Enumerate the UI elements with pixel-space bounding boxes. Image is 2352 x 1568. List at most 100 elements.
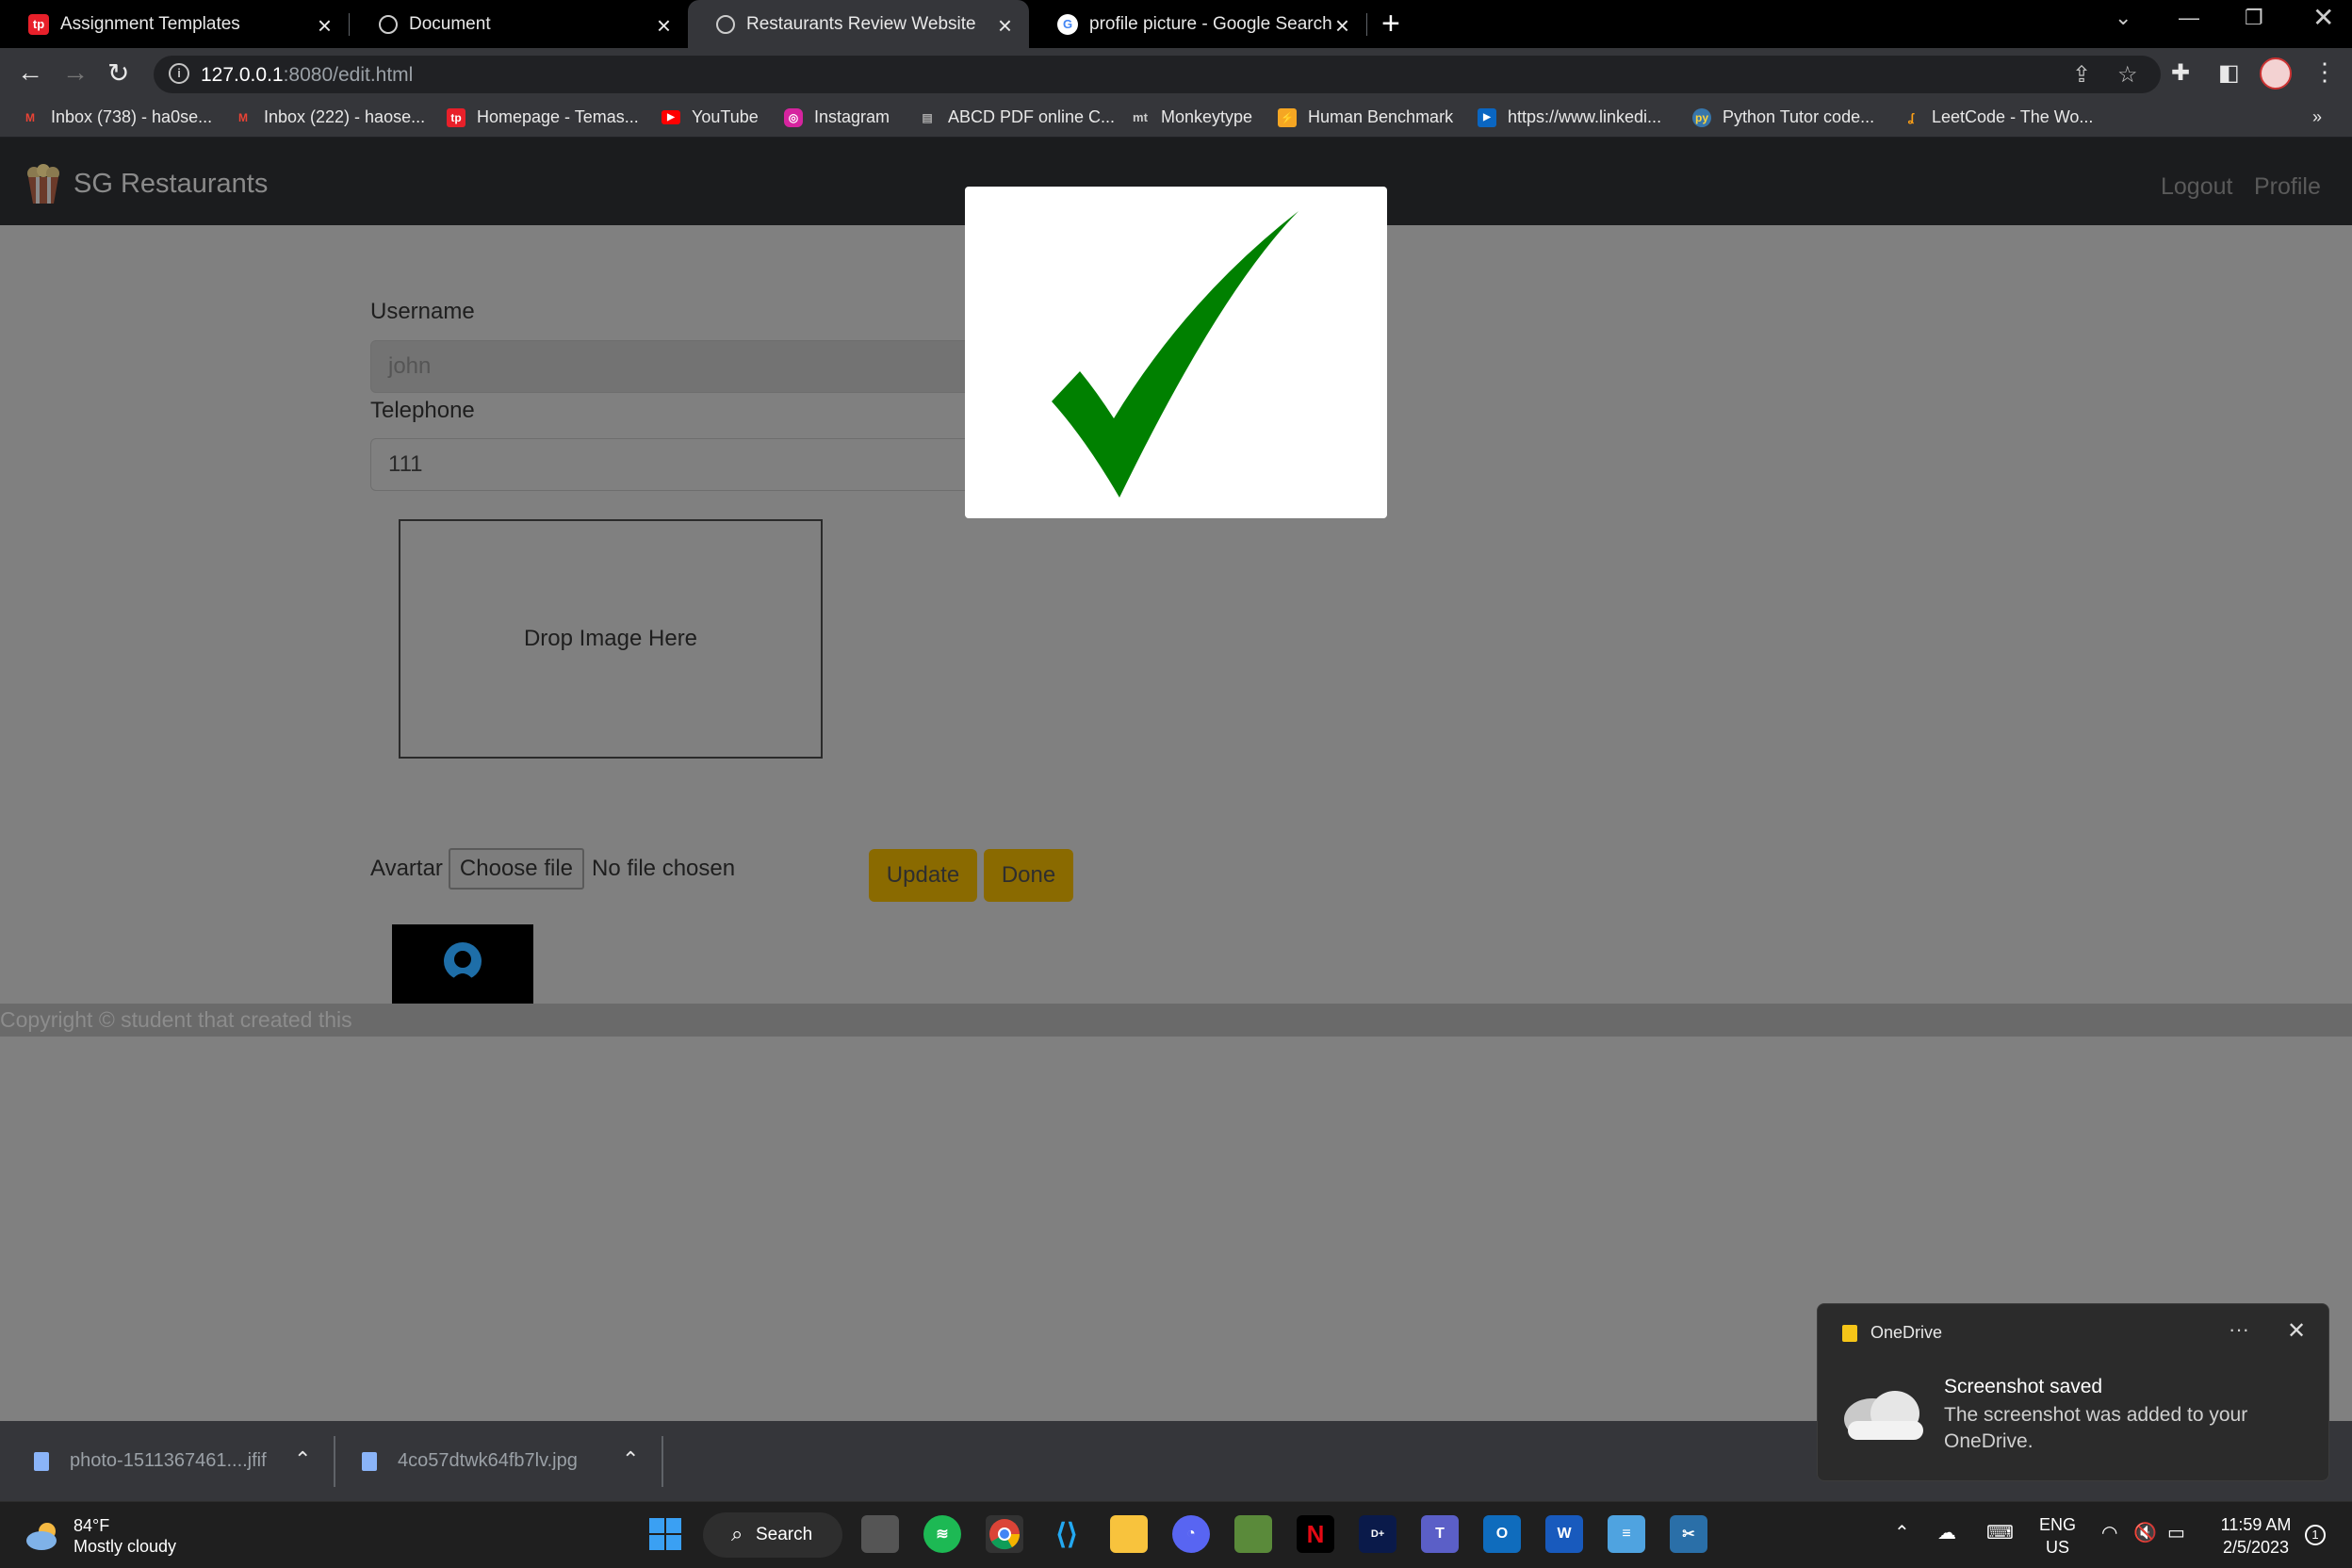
task-view-icon[interactable] bbox=[861, 1515, 899, 1553]
bookmark-abcd-pdf[interactable]: ▤ ABCD PDF online C... bbox=[918, 107, 1115, 127]
weather-condition: Mostly cloudy bbox=[74, 1537, 177, 1556]
weather-widget[interactable]: 84°F Mostly cloudy bbox=[24, 1515, 176, 1557]
snipping-tool-icon[interactable]: ✂ bbox=[1670, 1515, 1707, 1553]
word-icon[interactable]: W bbox=[1545, 1515, 1583, 1553]
onedrive-app-icon bbox=[1842, 1325, 1857, 1342]
telephone-field[interactable]: 111 bbox=[370, 438, 973, 491]
start-button[interactable] bbox=[646, 1515, 684, 1553]
windows-logo-icon bbox=[649, 1518, 681, 1550]
browser-toolbar: ← → ↻ i 127.0.0.1:8080/edit.html ⇪ ☆ ✚ ◧… bbox=[0, 48, 2352, 100]
wifi-icon[interactable]: ◠ bbox=[2101, 1521, 2117, 1544]
avatar-upload-row: Avartar Choose file No file chosen bbox=[370, 848, 735, 890]
bookmark-instagram[interactable]: ◎ Instagram bbox=[784, 107, 890, 127]
bookmark-youtube[interactable]: ▶ YouTube bbox=[662, 107, 759, 127]
spotify-icon[interactable]: ≋ bbox=[923, 1515, 961, 1553]
battery-icon[interactable]: ▭ bbox=[2167, 1521, 2185, 1544]
chevron-up-icon[interactable]: ⌃ bbox=[1894, 1521, 1910, 1544]
profile-link[interactable]: Profile bbox=[2254, 173, 2321, 201]
forward-button[interactable]: → bbox=[62, 57, 89, 88]
url-text[interactable]: 127.0.0.1:8080/edit.html bbox=[201, 64, 413, 87]
discord-icon[interactable]: ◔ bbox=[1172, 1515, 1210, 1553]
close-icon[interactable]: × bbox=[1335, 11, 1349, 41]
tab-profile-picture-google-search[interactable]: G profile picture - Google Search × bbox=[1029, 0, 1366, 48]
chevron-up-icon[interactable]: ⌃ bbox=[294, 1447, 311, 1472]
bookmark-python-tutor[interactable]: py Python Tutor code... bbox=[1692, 107, 1874, 127]
tab-restaurants-review-website[interactable]: Restaurants Review Website × bbox=[688, 0, 1029, 48]
clock[interactable]: 11:59 AM 2/5/2023 bbox=[2209, 1513, 2303, 1559]
chrome-menu-icon[interactable]: ⋮ bbox=[2312, 57, 2337, 87]
vscode-icon[interactable]: ⟨⟩ bbox=[1048, 1515, 1086, 1553]
site-info-icon[interactable]: i bbox=[169, 63, 189, 84]
onedrive-tray-icon[interactable]: ☁ bbox=[1937, 1521, 1956, 1544]
download-item[interactable]: photo-1511367461....jfif bbox=[34, 1421, 267, 1501]
close-icon[interactable]: × bbox=[318, 11, 332, 41]
popcorn-logo-icon bbox=[23, 164, 64, 204]
close-icon[interactable]: × bbox=[998, 11, 1012, 41]
user-silhouette-icon bbox=[444, 942, 482, 982]
bookmarks-overflow[interactable]: » bbox=[2312, 107, 2322, 127]
outlook-icon[interactable]: O bbox=[1483, 1515, 1521, 1553]
close-icon[interactable]: × bbox=[657, 11, 671, 41]
tab-document[interactable]: Document × bbox=[351, 0, 688, 48]
language-indicator[interactable]: ENG US bbox=[2039, 1513, 2076, 1559]
extensions-icon[interactable]: ✚ bbox=[2171, 59, 2190, 87]
done-button[interactable]: Done bbox=[984, 849, 1073, 902]
logout-link[interactable]: Logout bbox=[2161, 173, 2232, 201]
download-item[interactable]: 4co57dtwk64fb7lv.jpg bbox=[362, 1421, 578, 1501]
bookmark-linkedin[interactable]: ▶ https://www.linkedi... bbox=[1478, 107, 1661, 127]
reload-button[interactable]: ↻ bbox=[107, 57, 129, 89]
keyboard-icon[interactable]: ⌨ bbox=[1986, 1521, 2014, 1544]
instagram-icon: ◎ bbox=[784, 107, 803, 127]
footer: Copyright © student that created this bbox=[0, 1004, 2352, 1037]
disney-plus-icon[interactable]: D+ bbox=[1359, 1515, 1396, 1553]
back-button[interactable]: ← bbox=[17, 57, 43, 88]
taskbar-search[interactable]: ⌕ Search bbox=[703, 1512, 842, 1558]
monkeytype-icon: mt bbox=[1133, 110, 1148, 124]
minimize-button[interactable]: — bbox=[2179, 6, 2199, 30]
side-panel-icon[interactable]: ◧ bbox=[2218, 59, 2240, 87]
bookmark-leetcode[interactable]: ʆ LeetCode - The Wo... bbox=[1902, 107, 2094, 127]
site-brand[interactable]: SG Restaurants bbox=[23, 164, 268, 204]
globe-icon bbox=[379, 14, 398, 34]
chevron-up-icon[interactable]: ⌃ bbox=[622, 1447, 639, 1472]
username-field[interactable]: john bbox=[370, 340, 973, 393]
file-icon bbox=[34, 1451, 49, 1471]
address-bar[interactable]: i 127.0.0.1:8080/edit.html ⇪ ☆ bbox=[154, 56, 2161, 93]
bookmark-gmail-222[interactable]: M Inbox (222) - haose... bbox=[234, 107, 425, 127]
restore-button[interactable]: ❐ bbox=[2245, 6, 2263, 30]
chrome-icon[interactable] bbox=[986, 1515, 1023, 1553]
profile-avatar[interactable] bbox=[2260, 57, 2292, 90]
bookmark-monkeytype[interactable]: mt Monkeytype bbox=[1131, 107, 1252, 127]
netflix-icon[interactable]: N bbox=[1297, 1515, 1334, 1553]
notepad-icon[interactable]: ≡ bbox=[1608, 1515, 1645, 1553]
minecraft-icon[interactable] bbox=[1234, 1515, 1272, 1553]
image-drop-zone[interactable]: Drop Image Here bbox=[399, 519, 823, 759]
bookmark-human-benchmark[interactable]: ⚡ Human Benchmark bbox=[1278, 107, 1453, 127]
notification-badge[interactable]: 1 bbox=[2305, 1525, 2326, 1545]
telephone-label: Telephone bbox=[370, 398, 475, 423]
tab-search-chevron-icon[interactable]: ⌄ bbox=[2115, 6, 2132, 30]
notification-app-name: OneDrive bbox=[1870, 1323, 1943, 1342]
checkmark-icon bbox=[1052, 211, 1298, 498]
close-icon[interactable]: ✕ bbox=[2287, 1317, 2306, 1345]
browser-tab-strip: tp Assignment Templates × Document × Res… bbox=[0, 0, 2352, 48]
bookmark-homepage-temas[interactable]: tp Homepage - Temas... bbox=[447, 107, 639, 127]
onedrive-notification[interactable]: OneDrive ··· ✕ Screenshot saved The scre… bbox=[1817, 1303, 2329, 1481]
more-options-icon[interactable]: ··· bbox=[2229, 1317, 2249, 1342]
volume-muted-icon[interactable]: 🔇 bbox=[2133, 1521, 2157, 1544]
file-explorer-icon[interactable] bbox=[1110, 1515, 1148, 1553]
pdf-icon: ▤ bbox=[922, 110, 933, 124]
bookmark-star-icon[interactable]: ☆ bbox=[2117, 61, 2138, 89]
gmail-icon: M bbox=[238, 110, 248, 124]
new-tab-button[interactable]: + bbox=[1381, 6, 1400, 42]
tab-assignment-templates[interactable]: tp Assignment Templates × bbox=[0, 0, 349, 48]
close-window-button[interactable]: ✕ bbox=[2312, 2, 2334, 33]
bookmark-gmail-738[interactable]: M Inbox (738) - ha0se... bbox=[21, 107, 212, 127]
cloud-weather-icon bbox=[26, 1523, 57, 1550]
teams-icon[interactable]: T bbox=[1421, 1515, 1459, 1553]
update-button[interactable]: Update bbox=[869, 849, 977, 902]
choose-file-button[interactable]: Choose file bbox=[448, 848, 584, 890]
windows-taskbar: 84°F Mostly cloudy ⌕ Search ≋ ⟨⟩ ◔ N D+ … bbox=[0, 1501, 2352, 1568]
notification-title: Screenshot saved bbox=[1944, 1376, 2103, 1397]
share-icon[interactable]: ⇪ bbox=[2072, 61, 2091, 89]
